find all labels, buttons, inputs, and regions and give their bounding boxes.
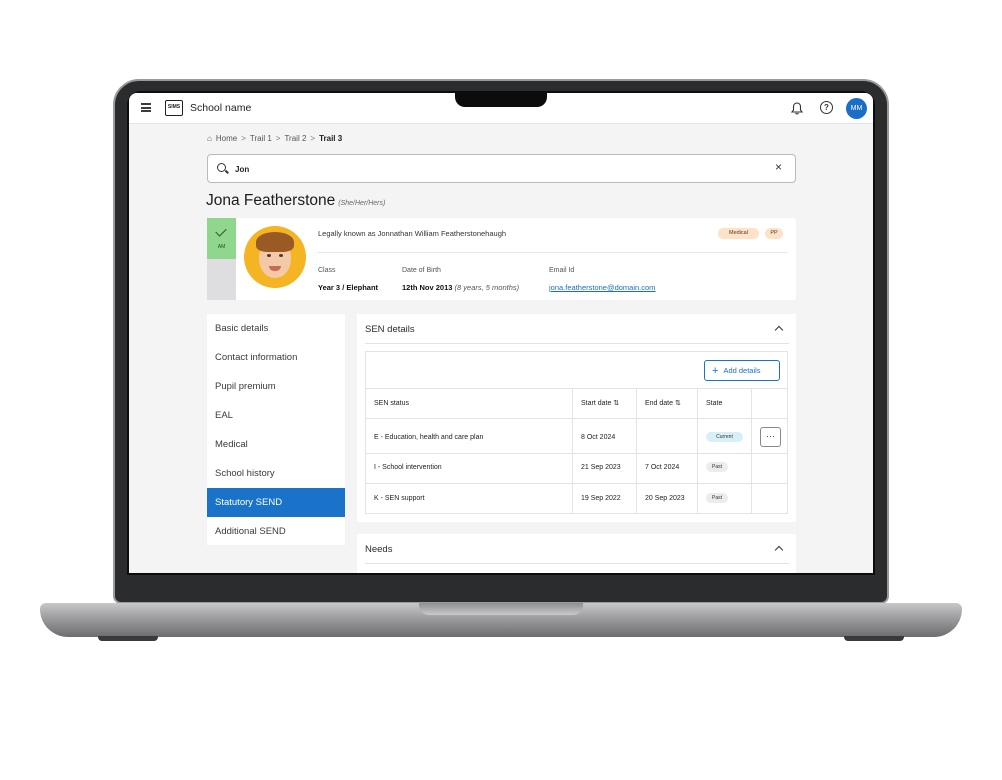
status-badge: Past — [706, 462, 728, 472]
status-badge: Past — [706, 493, 728, 503]
chevron-up-icon[interactable] — [774, 325, 784, 335]
laptop-mockup: SIMS School name ? MM ⌂ Home > Trail 1 >… — [0, 0, 1002, 780]
breadcrumb: ⌂ Home > Trail 1 > Trail 2 > Trail 3 — [207, 134, 342, 143]
divider — [751, 389, 752, 513]
close-icon[interactable]: × — [775, 160, 782, 174]
divider — [572, 389, 573, 513]
divider — [365, 343, 789, 344]
class-value: Year 3 / Elephant — [318, 283, 379, 292]
search-bar: × — [207, 154, 796, 183]
attendance-label: AM — [217, 244, 226, 250]
start-date-cell: 19 Sep 2022 — [581, 495, 621, 502]
school-name: School name — [190, 102, 252, 114]
panel-title: SEN details — [365, 324, 415, 335]
page-title: Jona Featherstone (She/Her/Hers) — [206, 192, 385, 210]
sen-details-panel: SEN details + Add details SEN status Star… — [357, 314, 796, 522]
bell-icon[interactable] — [791, 102, 803, 115]
nav-item-basic-details[interactable]: Basic details — [207, 314, 345, 343]
breadcrumb-trail-1[interactable]: Trail 1 — [250, 134, 272, 143]
camera-notch — [455, 91, 547, 107]
breadcrumb-trail-2[interactable]: Trail 2 — [284, 134, 306, 143]
breadcrumb-current: Trail 3 — [319, 134, 343, 143]
chevron-right-icon: > — [275, 134, 281, 143]
help-icon[interactable]: ? — [820, 101, 833, 114]
divider — [366, 418, 787, 419]
nav-item-contact-information[interactable]: Contact information — [207, 343, 345, 372]
chevron-right-icon: > — [310, 134, 316, 143]
dob-value: 12th Nov 2013 — [402, 283, 453, 292]
attendance-am: AM — [207, 218, 236, 259]
laptop-opening-lip — [419, 603, 583, 615]
check-icon — [215, 225, 227, 237]
nav-item-pupil-premium[interactable]: Pupil premium — [207, 372, 345, 401]
nav-item-school-history[interactable]: School history — [207, 459, 345, 488]
attendance-pm — [207, 259, 236, 300]
column-header-state: State — [706, 400, 723, 407]
column-header-sen-status[interactable]: SEN status — [374, 389, 409, 418]
nav-item-statutory-send[interactable]: Statutory SEND — [207, 488, 345, 517]
chevron-right-icon: > — [241, 134, 246, 143]
sen-table: + Add details SEN status Start date ⇅ End… — [365, 351, 788, 514]
sen-status-cell: K - SEN support — [374, 495, 425, 502]
divider — [365, 563, 789, 564]
user-avatar[interactable]: MM — [846, 98, 867, 119]
sen-status-cell: E - Education, health and care plan — [374, 434, 484, 441]
laptop-foot — [98, 636, 158, 641]
divider — [366, 453, 787, 454]
laptop-foot — [844, 636, 904, 641]
breadcrumb-home[interactable]: Home — [216, 134, 237, 143]
home-icon: ⌂ — [207, 134, 212, 143]
app-screen: SIMS School name ? MM ⌂ Home > Trail 1 >… — [129, 93, 873, 573]
class-label: Class — [318, 267, 336, 274]
end-date-cell: 20 Sep 2023 — [645, 495, 685, 502]
column-header-start-date[interactable]: Start date ⇅ — [581, 389, 619, 418]
sen-status-cell: I - School intervention — [374, 464, 442, 471]
needs-panel: Needs — [357, 534, 796, 573]
status-badge: Current — [706, 432, 743, 442]
search-icon — [217, 163, 226, 172]
pupil-summary-card: AM Legally known as Jonnathan William Fe… — [207, 218, 796, 300]
nav-item-medical[interactable]: Medical — [207, 430, 345, 459]
pupil-photo — [244, 226, 306, 288]
dob-field: 12th Nov 2013 (8 years, 5 months) — [402, 283, 519, 292]
menu-icon[interactable] — [141, 103, 151, 112]
section-nav: Basic details Contact information Pupil … — [207, 314, 345, 545]
divider — [366, 388, 787, 389]
app-logo: SIMS — [165, 100, 183, 116]
chevron-up-icon[interactable] — [774, 545, 784, 555]
more-options-button[interactable]: ··· — [760, 427, 781, 447]
email-label: Email Id — [549, 267, 575, 274]
pupil-pronouns: (She/Her/Hers) — [338, 200, 386, 207]
start-date-cell: 8 Oct 2024 — [581, 434, 616, 441]
legal-name: Legally known as Jonnathan William Feath… — [318, 229, 507, 238]
divider — [318, 252, 788, 253]
divider — [636, 389, 637, 513]
nav-item-eal[interactable]: EAL — [207, 401, 345, 430]
nav-item-additional-send[interactable]: Additional SEND — [207, 517, 345, 546]
pp-badge: PP — [765, 228, 783, 239]
search-input[interactable] — [235, 162, 755, 176]
medical-badge: Medical — [718, 228, 759, 239]
plus-icon: + — [712, 365, 719, 377]
end-date-cell: 7 Oct 2024 — [645, 464, 680, 471]
add-details-button[interactable]: + Add details — [704, 360, 780, 381]
column-header-end-date[interactable]: End date ⇅ — [645, 389, 681, 418]
start-date-cell: 21 Sep 2023 — [581, 464, 621, 471]
dob-label: Date of Birth — [402, 267, 441, 274]
panel-title: Needs — [365, 544, 393, 555]
add-details-label: Add details — [723, 366, 761, 375]
pupil-name: Jona Featherstone — [206, 192, 336, 209]
age-value: (8 years, 5 months) — [454, 283, 520, 292]
divider — [697, 389, 698, 513]
email-link[interactable]: jona.featherstone@domain.com — [549, 283, 655, 292]
divider — [366, 483, 787, 484]
